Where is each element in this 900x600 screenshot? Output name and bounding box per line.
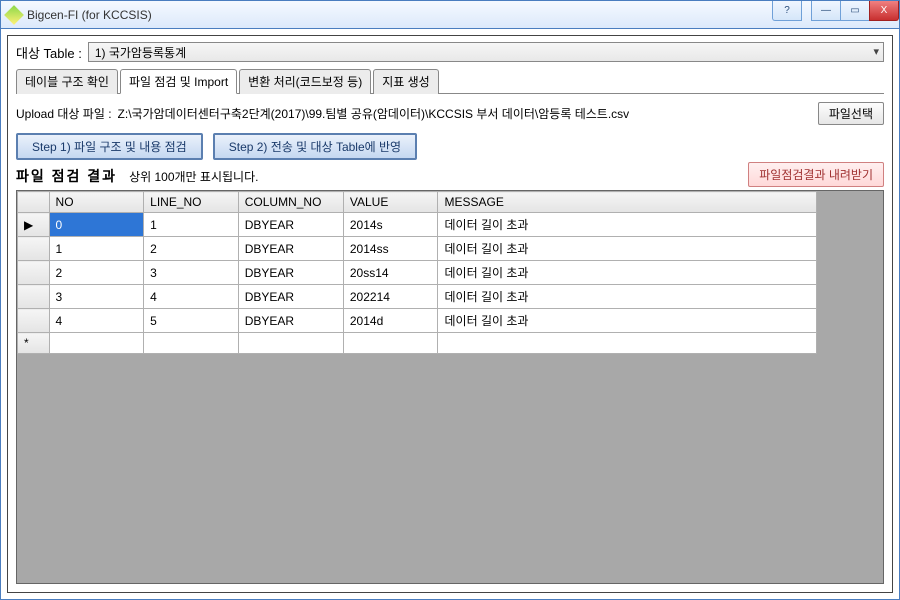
step-row: Step 1) 파일 구조 및 내용 점검 Step 2) 전송 및 대상 Ta…: [8, 129, 892, 166]
grid-table: NO LINE_NO COLUMN_NO VALUE MESSAGE ▶01DB…: [17, 191, 817, 354]
tab-transform[interactable]: 변환 처리(코드보정 등): [239, 69, 371, 94]
cell-empty[interactable]: [144, 333, 239, 354]
app-icon: [4, 5, 24, 25]
result-grid[interactable]: NO LINE_NO COLUMN_NO VALUE MESSAGE ▶01DB…: [16, 190, 884, 584]
browse-button[interactable]: 파일선택: [818, 102, 884, 125]
upload-path: Z:\국가암데이터센터구축2단계(2017)\99.팀별 공유(암데이터)\KC…: [118, 105, 812, 122]
row-header: ▶: [18, 213, 50, 237]
help-button[interactable]: ?: [772, 1, 802, 21]
cell-no[interactable]: 2: [49, 261, 144, 285]
content-area: 대상 Table : 1) 국가암등록통계 테이블 구조 확인 파일 점검 및 …: [7, 35, 893, 593]
cell-val[interactable]: 2014d: [343, 309, 438, 333]
target-table-value: 1) 국가암등록통계: [95, 44, 186, 61]
cell-msg[interactable]: 데이터 길이 초과: [438, 309, 817, 333]
row-header: [18, 309, 50, 333]
cell-msg[interactable]: 데이터 길이 초과: [438, 213, 817, 237]
cell-empty[interactable]: [238, 333, 343, 354]
maximize-button[interactable]: ▭: [840, 1, 870, 21]
minimize-button[interactable]: —: [811, 1, 841, 21]
result-sub: 상위 100개만 표시됩니다.: [129, 168, 258, 185]
table-row[interactable]: 34DBYEAR202214데이터 길이 초과: [18, 285, 817, 309]
table-row[interactable]: 12DBYEAR2014ss데이터 길이 초과: [18, 237, 817, 261]
row-header: [18, 285, 50, 309]
table-row[interactable]: 45DBYEAR2014d데이터 길이 초과: [18, 309, 817, 333]
cell-msg[interactable]: 데이터 길이 초과: [438, 237, 817, 261]
row-header: [18, 237, 50, 261]
cell-col[interactable]: DBYEAR: [238, 237, 343, 261]
step1-button[interactable]: Step 1) 파일 구조 및 내용 점검: [16, 133, 203, 160]
cell-line[interactable]: 1: [144, 213, 239, 237]
step2-button[interactable]: Step 2) 전송 및 대상 Table에 반영: [213, 133, 417, 160]
window-title: Bigcen-FI (for KCCSIS): [27, 8, 152, 22]
cell-empty[interactable]: [438, 333, 817, 354]
cell-no[interactable]: 0: [49, 213, 144, 237]
cell-line[interactable]: 2: [144, 237, 239, 261]
grid-header-row: NO LINE_NO COLUMN_NO VALUE MESSAGE: [18, 192, 817, 213]
cell-msg[interactable]: 데이터 길이 초과: [438, 285, 817, 309]
col-message[interactable]: MESSAGE: [438, 192, 817, 213]
table-row[interactable]: 23DBYEAR20ss14데이터 길이 초과: [18, 261, 817, 285]
cell-col[interactable]: DBYEAR: [238, 285, 343, 309]
cell-val[interactable]: 2014s: [343, 213, 438, 237]
cell-line[interactable]: 5: [144, 309, 239, 333]
window-controls: ? — ▭ X: [773, 1, 899, 21]
tab-indicator[interactable]: 지표 생성: [373, 69, 439, 94]
row-header: [18, 261, 50, 285]
cell-empty[interactable]: [343, 333, 438, 354]
cell-line[interactable]: 3: [144, 261, 239, 285]
col-no[interactable]: NO: [49, 192, 144, 213]
upload-label: Upload 대상 파일 :: [16, 105, 112, 122]
tab-bar: 테이블 구조 확인 파일 점검 및 Import 변환 처리(코드보정 등) 지…: [16, 68, 884, 94]
col-line[interactable]: LINE_NO: [144, 192, 239, 213]
titlebar: Bigcen-FI (for KCCSIS) ? — ▭ X: [1, 1, 899, 29]
app-window: Bigcen-FI (for KCCSIS) ? — ▭ X 대상 Table …: [0, 0, 900, 600]
result-title: 파일 점검 결과: [16, 166, 117, 186]
grid-corner: [18, 192, 50, 213]
col-column[interactable]: COLUMN_NO: [238, 192, 343, 213]
cell-col[interactable]: DBYEAR: [238, 309, 343, 333]
table-row-new[interactable]: *: [18, 333, 817, 354]
download-button[interactable]: 파일점검결과 내려받기: [748, 162, 884, 187]
cell-val[interactable]: 202214: [343, 285, 438, 309]
cell-col[interactable]: DBYEAR: [238, 261, 343, 285]
cell-no[interactable]: 1: [49, 237, 144, 261]
target-table-row: 대상 Table : 1) 국가암등록통계: [8, 36, 892, 66]
cell-col[interactable]: DBYEAR: [238, 213, 343, 237]
target-table-select[interactable]: 1) 국가암등록통계: [88, 42, 884, 62]
target-table-label: 대상 Table :: [16, 43, 82, 62]
cell-empty[interactable]: [49, 333, 144, 354]
cell-no[interactable]: 4: [49, 309, 144, 333]
table-row[interactable]: ▶01DBYEAR2014s데이터 길이 초과: [18, 213, 817, 237]
tab-import[interactable]: 파일 점검 및 Import: [120, 69, 237, 94]
row-header: *: [18, 333, 50, 354]
upload-row: Upload 대상 파일 : Z:\국가암데이터센터구축2단계(2017)\99…: [8, 94, 892, 129]
col-value[interactable]: VALUE: [343, 192, 438, 213]
result-header: 파일 점검 결과 상위 100개만 표시됩니다. 파일점검결과 내려받기: [8, 166, 892, 190]
close-button[interactable]: X: [869, 1, 899, 21]
cell-line[interactable]: 4: [144, 285, 239, 309]
cell-no[interactable]: 3: [49, 285, 144, 309]
cell-val[interactable]: 2014ss: [343, 237, 438, 261]
cell-val[interactable]: 20ss14: [343, 261, 438, 285]
tab-structure[interactable]: 테이블 구조 확인: [16, 69, 118, 94]
cell-msg[interactable]: 데이터 길이 초과: [438, 261, 817, 285]
